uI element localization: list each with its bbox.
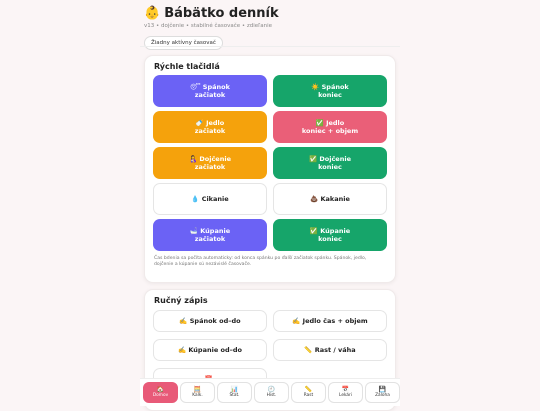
page-title: 👶 Bábätko denník xyxy=(144,6,398,21)
writing-hand-icon: ✍️ xyxy=(178,346,187,354)
check-icon: ✅ xyxy=(309,226,318,235)
nav-doctors[interactable]: 📅 Lekári xyxy=(328,382,363,403)
ruler-icon: 📏 xyxy=(304,346,313,354)
writing-hand-icon: ✍️ xyxy=(179,317,188,325)
sleep-start-button[interactable]: 😴 Spánok začiatok xyxy=(153,75,267,107)
nav-calc[interactable]: 🧮 Kalk. xyxy=(180,382,215,403)
baby-icon: 👶 xyxy=(144,6,161,21)
page-title-text: Bábätko denník xyxy=(164,6,279,21)
manual-growth-button[interactable]: 📏 Rast / váha xyxy=(273,339,387,361)
feed-end-button[interactable]: ✅ Jedlo koniec + objem xyxy=(273,111,387,143)
nav-home[interactable]: 🏠 Domov xyxy=(143,382,178,403)
bottle-icon: 🍼 xyxy=(195,118,204,127)
sleeping-face-icon: 😴 xyxy=(190,82,201,91)
writing-hand-icon: ✍️ xyxy=(292,317,301,325)
manual-sleep-button[interactable]: ✍️ Spánok od–do xyxy=(153,310,267,332)
pee-button[interactable]: 💧 Cikanie xyxy=(153,183,267,215)
check-icon: ✅ xyxy=(309,154,318,163)
bathtub-icon: 🛁 xyxy=(189,226,198,235)
poop-button[interactable]: 💩 Kakanie xyxy=(273,183,387,215)
manual-entry-title: Ručný zápis xyxy=(154,296,208,305)
poop-icon: 💩 xyxy=(310,194,319,203)
nav-backup[interactable]: 💾 Záloha xyxy=(365,382,400,403)
header-divider xyxy=(140,46,400,47)
breastfeeding-icon: 🤱 xyxy=(189,154,198,163)
sleep-end-button[interactable]: ☀️ Spánok koniec xyxy=(273,75,387,107)
nav-stats[interactable]: 📊 Štat. xyxy=(217,382,252,403)
bath-start-button[interactable]: 🛁 Kúpanie začiatok xyxy=(153,219,267,251)
awake-time-note: Čas bdenia sa počíta automaticky: od kon… xyxy=(154,256,367,268)
page-subtitle: v13 • dojčenie • stabilné časovače • zdi… xyxy=(144,23,273,29)
sun-icon: ☀️ xyxy=(311,82,320,91)
quick-buttons-card: Rýchle tlačidlá 😴 Spánok začiatok ☀️ Spán… xyxy=(144,55,396,283)
bottom-navigation: 🏠 Domov 🧮 Kalk. 📊 Štat. 🕘 Hist. 📏 Rast 📅… xyxy=(140,378,400,406)
check-icon: ✅ xyxy=(315,118,324,127)
manual-feed-button[interactable]: ✍️ Jedlo čas + objem xyxy=(273,310,387,332)
app: 👶 Bábätko denník v13 • dojčenie • stabil… xyxy=(0,0,540,411)
nav-history[interactable]: 🕘 Hist. xyxy=(254,382,289,403)
quick-buttons-title: Rýchle tlačidlá xyxy=(154,62,220,71)
droplet-icon: 💧 xyxy=(191,194,200,203)
header: 👶 Bábätko denník v13 • dojčenie • stabil… xyxy=(144,6,398,50)
feed-start-button[interactable]: 🍼 Jedlo začiatok xyxy=(153,111,267,143)
nav-growth[interactable]: 📏 Rast xyxy=(291,382,326,403)
breastfeed-start-button[interactable]: 🤱 Dojčenie začiatok xyxy=(153,147,267,179)
manual-bath-button[interactable]: ✍️ Kúpanie od–do xyxy=(153,339,267,361)
timer-status-badge[interactable]: Žiadny aktívny časovač xyxy=(144,36,223,50)
bath-end-button[interactable]: ✅ Kúpanie koniec xyxy=(273,219,387,251)
breastfeed-end-button[interactable]: ✅ Dojčenie koniec xyxy=(273,147,387,179)
